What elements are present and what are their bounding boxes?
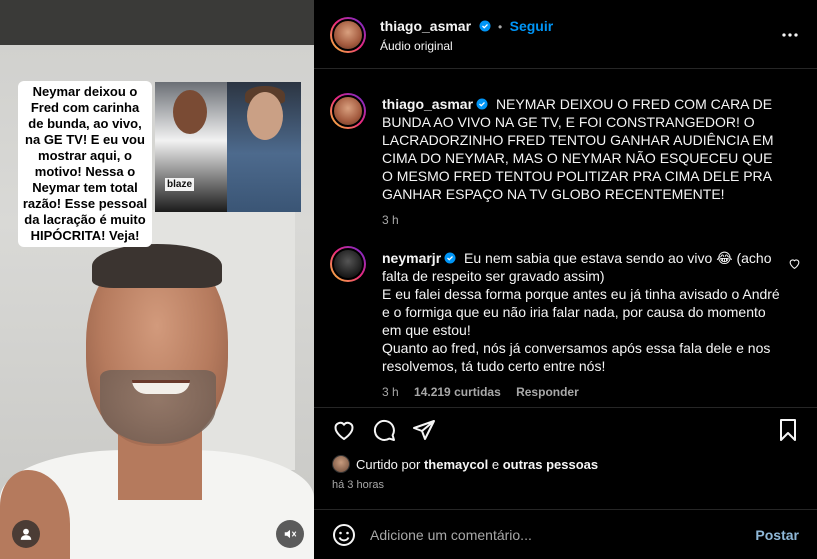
video-mute-button[interactable] [276,520,304,548]
liked-by-avatar[interactable] [332,455,350,473]
video-background-top [0,0,314,45]
verified-icon [444,252,456,264]
reply-avatar[interactable] [330,246,366,282]
heart-icon[interactable] [788,257,801,270]
post-actions [314,407,817,451]
caption-comment: thiago_asmar NEYMAR DEIXOU O FRED COM CA… [382,95,782,227]
caption-username[interactable]: thiago_asmar [382,96,473,112]
mute-icon [284,529,297,539]
video-inset-photos: blaze [155,82,301,212]
comment-composer: Postar [314,509,817,559]
user-icon [20,528,32,540]
emoji-icon[interactable] [332,523,356,547]
reply-likes[interactable]: 14.219 curtidas [414,385,501,399]
verified-icon [476,98,488,110]
inset-face-neymar [173,90,207,134]
comment-icon[interactable] [372,418,396,442]
caption-time: 3 h [382,213,399,227]
post-panel: thiago_asmar • Seguir Áudio original thi… [314,0,817,559]
reply-comment: neymarjr Eu nem sabia que estava sendo a… [382,249,782,399]
author-username[interactable]: thiago_asmar [380,18,471,34]
reply-time: 3 h [382,385,399,399]
inset-photo-fred [227,82,301,212]
post-header: thiago_asmar • Seguir Áudio original [314,0,817,69]
liked-by: Curtido por themaycol e outras pessoas [332,455,598,473]
caption-avatar-image [332,95,364,127]
post-comment-button[interactable]: Postar [755,527,799,543]
author-avatar[interactable] [330,17,366,53]
reply-button[interactable]: Responder [516,385,579,399]
reply-username[interactable]: neymarjr [382,250,441,266]
video-person-hair [92,244,222,288]
bookmark-icon[interactable] [776,418,800,442]
author-avatar-image [332,19,364,51]
liked-by-user[interactable]: themaycol [424,457,488,472]
follow-button[interactable]: Seguir [510,18,554,34]
reply-meta: 3 h 14.219 curtidas Responder [382,385,782,399]
reply-line-2: E eu falei dessa forma porque antes eu j… [382,286,780,338]
liked-by-connector: e [491,456,500,472]
video-user-button[interactable] [12,520,40,548]
share-icon[interactable] [412,418,436,442]
author-info: thiago_asmar • Seguir Áudio original [380,18,553,53]
heart-icon[interactable] [332,418,356,442]
reply-line-3: Quanto ao fred, nós já conversamos após … [382,340,771,374]
liked-by-prefix: Curtido por [356,456,421,472]
inset-shirt-sponsor: blaze [165,178,195,191]
caption-avatar[interactable] [330,93,366,129]
post-timestamp[interactable]: há 3 horas [332,479,384,491]
more-icon[interactable] [781,26,799,44]
inset-photo-neymar: blaze [155,82,227,212]
inset-face-fred [247,92,283,140]
header-separator: • [497,20,503,34]
liked-by-others[interactable]: outras pessoas [503,457,598,472]
verified-icon [479,20,490,32]
video-caption-overlay: Neymar deixou o Fred com carinha de bund… [18,81,152,247]
caption-meta: 3 h [382,213,782,227]
audio-label[interactable]: Áudio original [380,39,553,53]
comment-input[interactable] [370,524,740,546]
comments-list[interactable]: thiago_asmar NEYMAR DEIXOU O FRED COM CA… [314,69,817,407]
video-person-mouth [132,380,190,394]
caption-body: thiago_asmar NEYMAR DEIXOU O FRED COM CA… [382,95,782,203]
reply-body: neymarjr Eu nem sabia que estava sendo a… [382,249,782,375]
reel-video[interactable]: blaze Neymar deixou o Fred com carinha d… [0,0,314,559]
reply-avatar-image [332,248,364,280]
